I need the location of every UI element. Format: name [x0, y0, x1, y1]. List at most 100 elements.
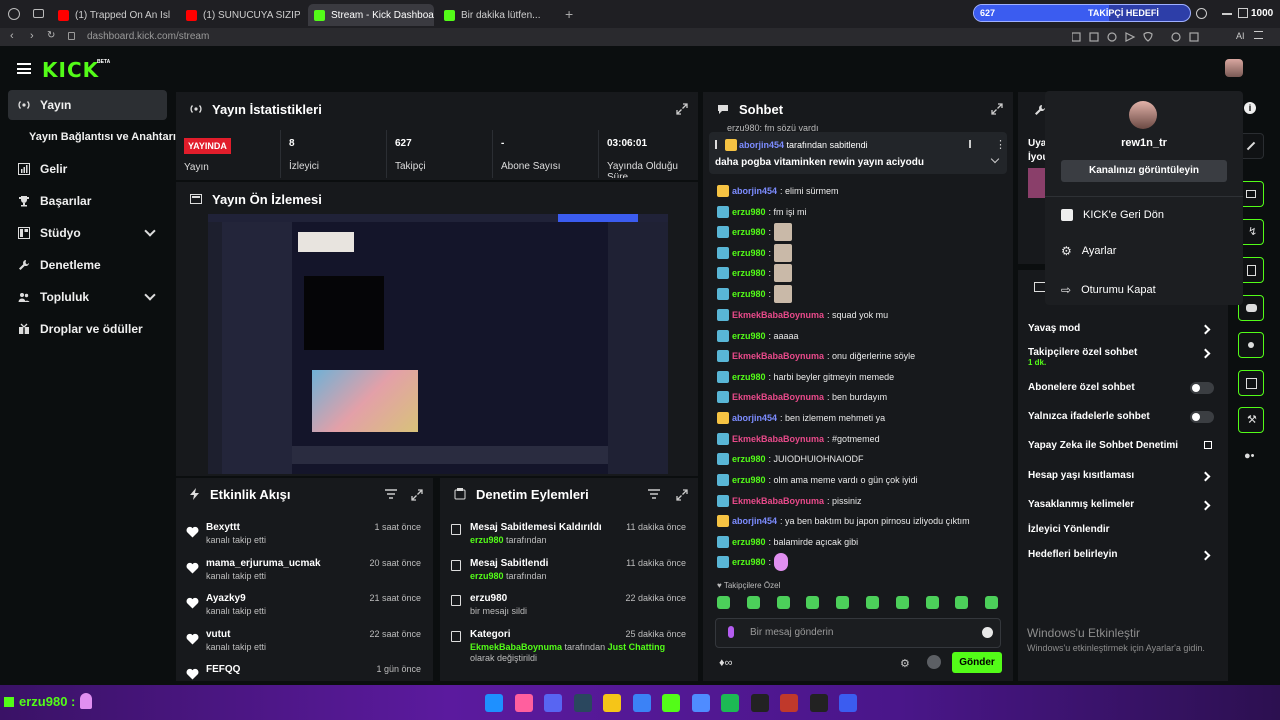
gear-icon[interactable]: ⚙: [900, 657, 910, 670]
activity-row[interactable]: mama_erjuruma_ucmak kanalı takip etti 20 s…: [176, 554, 433, 590]
chat-username[interactable]: erzu980: [732, 475, 766, 485]
emote-icon[interactable]: [895, 596, 909, 609]
chat-message[interactable]: EkmekBabaBoynuma: #gotmemed: [717, 430, 880, 448]
chat-message[interactable]: aborjin454: ben izlemem mehmeti ya: [717, 409, 885, 427]
unpin-icon[interactable]: [969, 140, 975, 148]
sidebar-item-stream-key[interactable]: Yayın Bağlantısı ve Anahtarı: [8, 122, 178, 152]
sidebar-item-basarilar[interactable]: Başarılar: [8, 186, 167, 216]
emote-icon[interactable]: [806, 596, 820, 609]
workspace-icon[interactable]: [33, 9, 44, 18]
chat-message[interactable]: erzu980:: [717, 264, 793, 282]
pinned-message[interactable]: aborjin454 tarafından sabitlendi daha po…: [709, 132, 1007, 174]
record-button[interactable]: [1238, 370, 1264, 396]
chat-input[interactable]: Bir mesaj gönderin: [715, 618, 1001, 648]
extension-icons[interactable]: [1072, 32, 1222, 42]
chat-message[interactable]: erzu980:: [717, 285, 793, 303]
chat-setting-row[interactable]: Takipçilere özel sohbet 1 dk.: [1028, 347, 1218, 369]
sidebar-item-denetleme[interactable]: Denetleme: [8, 250, 167, 280]
chat-setting-row[interactable]: Yalnızca ifadelerle sohbet: [1028, 411, 1218, 433]
chat-username[interactable]: erzu980: [732, 454, 766, 464]
view-channel-button[interactable]: Kanalınızı görüntüleyin: [1061, 160, 1227, 182]
activity-row[interactable]: Ayazky9 kanalı takip etti 21 saat önce: [176, 589, 433, 625]
mod-action-row[interactable]: erzu980 bir mesajı sildi 22 dakika önce: [440, 589, 698, 625]
chat-message[interactable]: erzu980:: [717, 553, 789, 571]
chat-username[interactable]: erzu980: [732, 289, 766, 299]
chat-message[interactable]: erzu980:: [717, 223, 793, 241]
menu-item-logout[interactable]: ⇨ Oturumu Kapat: [1061, 283, 1156, 297]
chat-message[interactable]: aborjin454: elimi sürmem: [717, 182, 839, 200]
chat-message[interactable]: EkmekBabaBoynuma: squad yok mu: [717, 306, 888, 324]
mod-action-row[interactable]: Mesaj Sabitlemesi Kaldırıldı erzu980 tara…: [440, 518, 698, 554]
browser-menu-icon[interactable]: [8, 8, 20, 20]
chevron-down-icon[interactable]: [990, 154, 1000, 164]
menu-item-back-to-kick[interactable]: KICK'e Geri Dön: [1061, 209, 1164, 221]
chat-setting-row[interactable]: Yavaş mod: [1028, 323, 1218, 345]
emote-icon[interactable]: [866, 596, 879, 609]
reload-icon[interactable]: ↻: [47, 30, 55, 41]
spotify-icon[interactable]: [721, 694, 739, 712]
back-icon[interactable]: ‹: [10, 30, 14, 42]
new-tab-button[interactable]: +: [565, 6, 573, 22]
menu-icon[interactable]: [1254, 31, 1263, 39]
chat-message[interactable]: erzu980: balamirde açıcak gibi: [717, 533, 858, 551]
store-icon[interactable]: [632, 694, 651, 712]
chat-message[interactable]: EkmekBabaBoynuma: pissiniz: [717, 492, 862, 510]
expand-icon[interactable]: [676, 489, 688, 501]
tab-youtube-2[interactable]: (1) SUNUCUYA SIZIP BARI: [180, 4, 300, 26]
tab-kick-dashboard[interactable]: Stream - Kick Dashboard: [308, 4, 434, 26]
sidebar-item-yayin[interactable]: Yayın: [8, 90, 167, 120]
chat-setting-row[interactable]: Yapay Zeka ile Sohbet Denetimi: [1028, 440, 1218, 462]
kick-logo[interactable]: KICK: [42, 58, 99, 82]
folder-icon[interactable]: [603, 694, 621, 712]
activity-row[interactable]: FEFQQ 1 gün önce: [176, 660, 433, 681]
sidebar-item-topluluk[interactable]: Topluluk: [8, 282, 167, 312]
emote-icon[interactable]: [776, 596, 790, 609]
chat-username[interactable]: aborjin454: [732, 413, 777, 423]
emote-icon[interactable]: [717, 596, 730, 609]
chat-username[interactable]: erzu980: [732, 331, 766, 341]
discord-icon[interactable]: [544, 694, 562, 712]
chat-message[interactable]: erzu980: aaaaa: [717, 327, 799, 345]
windows-icon[interactable]: [485, 694, 503, 712]
chat-username[interactable]: erzu980: [732, 268, 766, 278]
chat-message[interactable]: erzu980: fm işi mi: [717, 203, 807, 221]
chat-message[interactable]: erzu980: olm ama meme vardı o gün çok iy…: [717, 471, 918, 489]
steam-icon[interactable]: [573, 694, 592, 712]
app-icon[interactable]: [750, 694, 769, 712]
chat-username[interactable]: EkmekBabaBoynuma: [732, 351, 824, 361]
app-icon[interactable]: [691, 694, 710, 712]
chat-username[interactable]: erzu980: [732, 207, 766, 217]
emoji-icon[interactable]: [982, 627, 993, 638]
chat-message[interactable]: erzu980: JUIODHUIOHNAIODF: [717, 450, 864, 468]
stream-preview-video[interactable]: [208, 214, 668, 474]
expand-icon[interactable]: [676, 103, 688, 115]
maximize-icon[interactable]: [1238, 8, 1248, 18]
activity-row[interactable]: vutut kanalı takip etti 22 saat önce: [176, 625, 433, 661]
chat-username[interactable]: erzu980: [732, 372, 766, 382]
ai-button[interactable]: AI: [1236, 31, 1245, 41]
sidebar-item-studyo[interactable]: Stüdyo: [8, 218, 167, 248]
forward-icon[interactable]: ›: [30, 30, 34, 42]
more-options-icon[interactable]: ⋮: [995, 138, 1006, 151]
sidebar-item-gelir[interactable]: Gelir: [8, 154, 167, 184]
chat-setting-row[interactable]: Hesap yaşı kısıtlaması: [1028, 470, 1218, 492]
chat-setting-row[interactable]: Abonelere özel sohbet: [1028, 382, 1218, 404]
emote-icon[interactable]: [955, 596, 969, 609]
chat-message[interactable]: erzu980:: [717, 244, 793, 262]
chat-username[interactable]: aborjin454: [732, 516, 777, 526]
infinity-icon[interactable]: ♦∞: [719, 657, 732, 669]
chat-username[interactable]: erzu980: [732, 248, 766, 258]
chat-username[interactable]: aborjin454: [732, 186, 777, 196]
send-button[interactable]: Gönder: [952, 652, 1002, 673]
mod-action-row[interactable]: Kategori EkmekBabaBoynuma tarafından Just…: [440, 625, 698, 663]
chat-message[interactable]: aborjin454: ya ben baktım bu japon pirno…: [717, 512, 970, 530]
hamburger-icon[interactable]: [17, 63, 31, 74]
minecraft-icon[interactable]: [662, 694, 680, 712]
community-icon[interactable]: ●•: [1244, 450, 1255, 462]
chat-username[interactable]: EkmekBabaBoynuma: [732, 392, 824, 402]
chat-message[interactable]: EkmekBabaBoynuma: ben burdayım: [717, 388, 887, 406]
chat-setting-row[interactable]: İzleyici Yönlendir: [1028, 524, 1218, 546]
search-icon[interactable]: [1196, 8, 1207, 19]
emote-icon[interactable]: [746, 596, 760, 609]
tools-button[interactable]: ⚒: [1238, 407, 1264, 433]
